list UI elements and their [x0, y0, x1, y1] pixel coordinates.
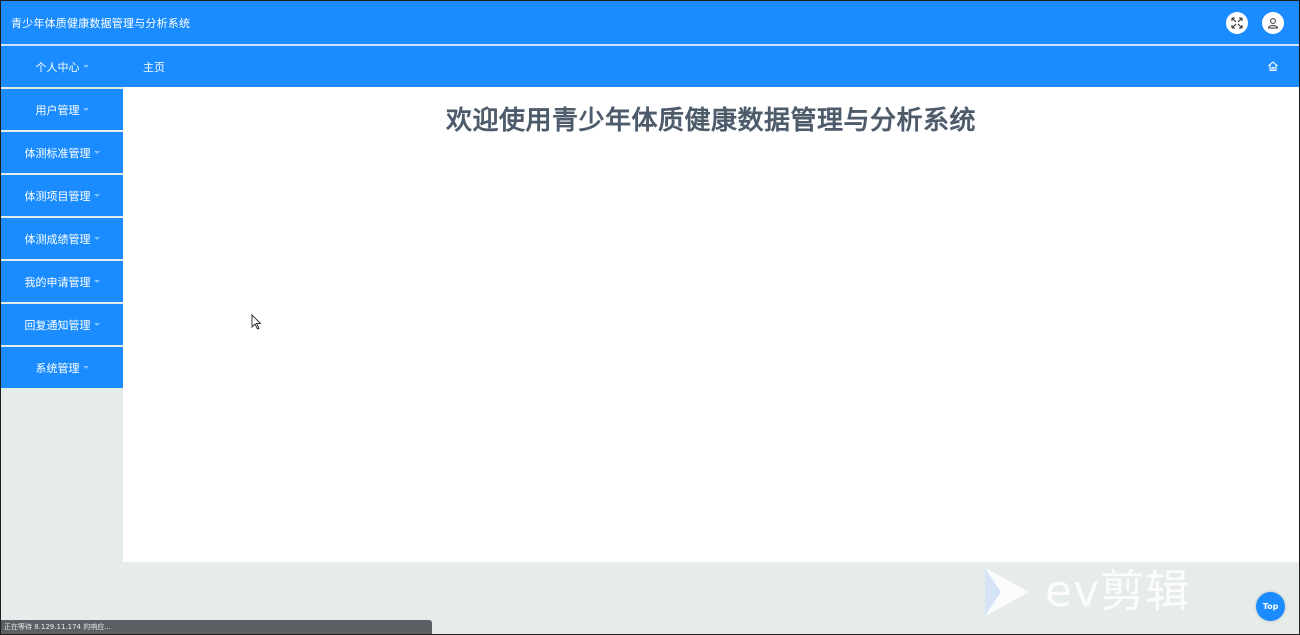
- chevron-down-icon: [93, 280, 100, 283]
- app-title: 青少年体质健康数据管理与分析系统: [11, 16, 191, 30]
- breadcrumb-home[interactable]: 主页: [143, 46, 165, 87]
- user-center-label: 个人中心: [35, 60, 80, 74]
- sidebar-item-test-scores[interactable]: 体测成绩管理: [1, 218, 123, 259]
- sidebar: 用户管理 体测标准管理 体测项目管理 体测成绩管理 我的申请管理 回复通知管理 …: [1, 87, 123, 388]
- sidebar-item-label: 体测标准管理: [24, 146, 91, 160]
- nav-bar: 个人中心 主页: [1, 46, 1299, 87]
- watermark: ev剪辑: [981, 566, 1190, 618]
- user-button[interactable]: [1262, 12, 1284, 34]
- user-icon: [1267, 18, 1279, 29]
- browser-status-bar: 正在等待 8.129.11.174 的响应...: [1, 620, 432, 634]
- chevron-down-icon: [93, 194, 100, 197]
- chevron-down-icon: [93, 323, 100, 326]
- sidebar-item-test-items[interactable]: 体测项目管理: [1, 175, 123, 216]
- chevron-down-icon: [82, 108, 89, 111]
- chevron-down-icon: [93, 151, 100, 154]
- user-center-menu[interactable]: 个人中心: [1, 46, 123, 87]
- chevron-down-icon: [93, 237, 100, 240]
- back-to-top-button[interactable]: Top: [1256, 592, 1285, 621]
- sidebar-item-system-management[interactable]: 系统管理: [1, 347, 123, 388]
- fullscreen-icon: [1231, 17, 1243, 29]
- sidebar-item-label: 用户管理: [35, 103, 80, 117]
- main-content: 欢迎使用青少年体质健康数据管理与分析系统: [123, 87, 1299, 562]
- header-actions: [1226, 12, 1284, 34]
- sidebar-item-label: 系统管理: [35, 361, 80, 375]
- sidebar-item-my-applications[interactable]: 我的申请管理: [1, 261, 123, 302]
- sidebar-item-reply-notices[interactable]: 回复通知管理: [1, 304, 123, 345]
- chevron-down-icon: [82, 366, 89, 369]
- welcome-heading: 欢迎使用青少年体质健康数据管理与分析系统: [445, 106, 976, 136]
- chevron-down-icon: [82, 65, 89, 68]
- sidebar-item-label: 体测项目管理: [24, 189, 91, 203]
- sidebar-item-user-management[interactable]: 用户管理: [1, 89, 123, 130]
- watermark-text: ev剪辑: [1045, 566, 1191, 617]
- top-header: 青少年体质健康数据管理与分析系统: [1, 1, 1299, 44]
- play-logo-icon: [985, 568, 1029, 616]
- sidebar-item-label: 回复通知管理: [24, 318, 91, 332]
- fullscreen-button[interactable]: [1226, 12, 1248, 34]
- home-icon[interactable]: [1267, 60, 1279, 72]
- sidebar-item-label: 体测成绩管理: [24, 232, 91, 246]
- app-window: 青少年体质健康数据管理与分析系统 个人中心 主页 用户管理 体测标准管理 体测项…: [0, 0, 1300, 635]
- sidebar-item-label: 我的申请管理: [24, 275, 91, 289]
- mouse-cursor-icon: [251, 314, 262, 330]
- sidebar-item-test-standards[interactable]: 体测标准管理: [1, 132, 123, 173]
